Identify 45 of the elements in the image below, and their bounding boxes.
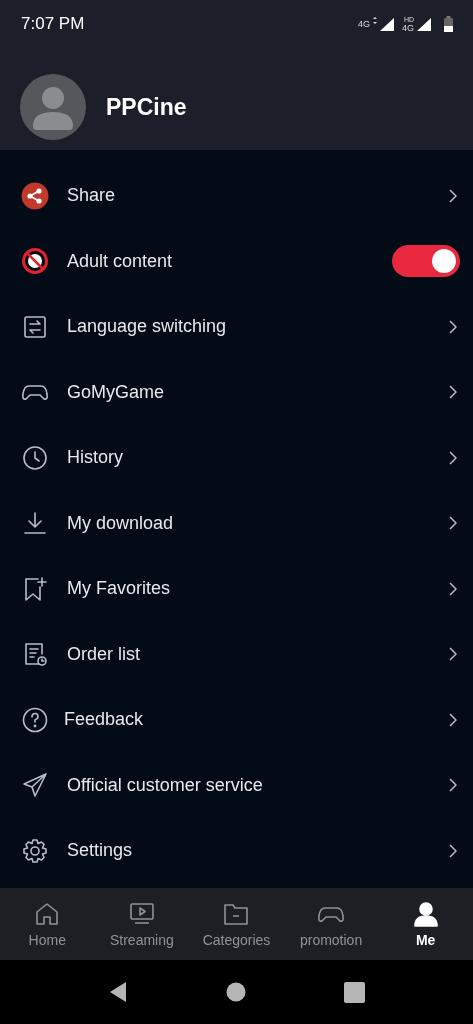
adult-content-icon — [21, 247, 49, 276]
battery-icon — [444, 16, 453, 32]
back-icon[interactable] — [108, 981, 128, 1003]
tab[interactable]: Categories — [189, 888, 284, 960]
tab[interactable]: Streaming — [94, 888, 190, 960]
chevron-icon[interactable] — [449, 450, 457, 465]
status-time: 7:07 PM — [21, 14, 85, 34]
share-icon — [21, 181, 49, 210]
network-type: 4G — [402, 22, 414, 33]
home-button-icon[interactable] — [226, 982, 246, 1002]
gear-icon — [21, 836, 49, 865]
menu-label[interactable]: Share — [67, 185, 449, 207]
menu-label[interactable]: My Favorites — [67, 578, 449, 600]
menu-label[interactable]: Official customer service — [67, 774, 449, 796]
recents-icon[interactable] — [344, 981, 365, 1003]
clock-icon — [21, 443, 49, 472]
avatar[interactable] — [20, 74, 86, 140]
menu-label[interactable]: GoMyGame — [67, 381, 449, 403]
signal-icon — [372, 17, 396, 31]
chevron-icon[interactable] — [449, 778, 457, 793]
chevron-icon[interactable] — [449, 385, 457, 400]
tab[interactable]: promotion — [283, 888, 379, 960]
network-type: 4G — [357, 19, 370, 29]
chevron-icon[interactable] — [449, 516, 457, 531]
menu-label[interactable]: Settings — [67, 840, 449, 862]
menu-label[interactable]: History — [67, 447, 449, 469]
paper-plane-icon — [21, 771, 49, 800]
person-icon — [411, 900, 440, 928]
profile-name[interactable]: PPCine — [106, 93, 187, 121]
menu-label[interactable]: My download — [67, 512, 449, 534]
chevron-icon[interactable] — [449, 581, 457, 596]
question-icon — [21, 705, 49, 734]
signal-icon — [416, 17, 432, 31]
chevron-icon[interactable] — [449, 647, 457, 662]
menu-label[interactable]: Language switching — [67, 316, 449, 338]
menu-label[interactable]: Adult content — [67, 250, 392, 272]
toggle-switch[interactable] — [392, 245, 460, 278]
tab[interactable]: Me — [378, 888, 473, 960]
menu-label[interactable]: Order list — [67, 643, 449, 665]
chevron-icon[interactable] — [449, 188, 457, 203]
chevron-icon[interactable] — [449, 843, 457, 858]
chevron-icon[interactable] — [449, 319, 457, 334]
chevron-icon[interactable] — [449, 712, 457, 727]
tab[interactable]: Home — [0, 888, 95, 960]
menu-label[interactable]: Feedback — [64, 709, 449, 731]
